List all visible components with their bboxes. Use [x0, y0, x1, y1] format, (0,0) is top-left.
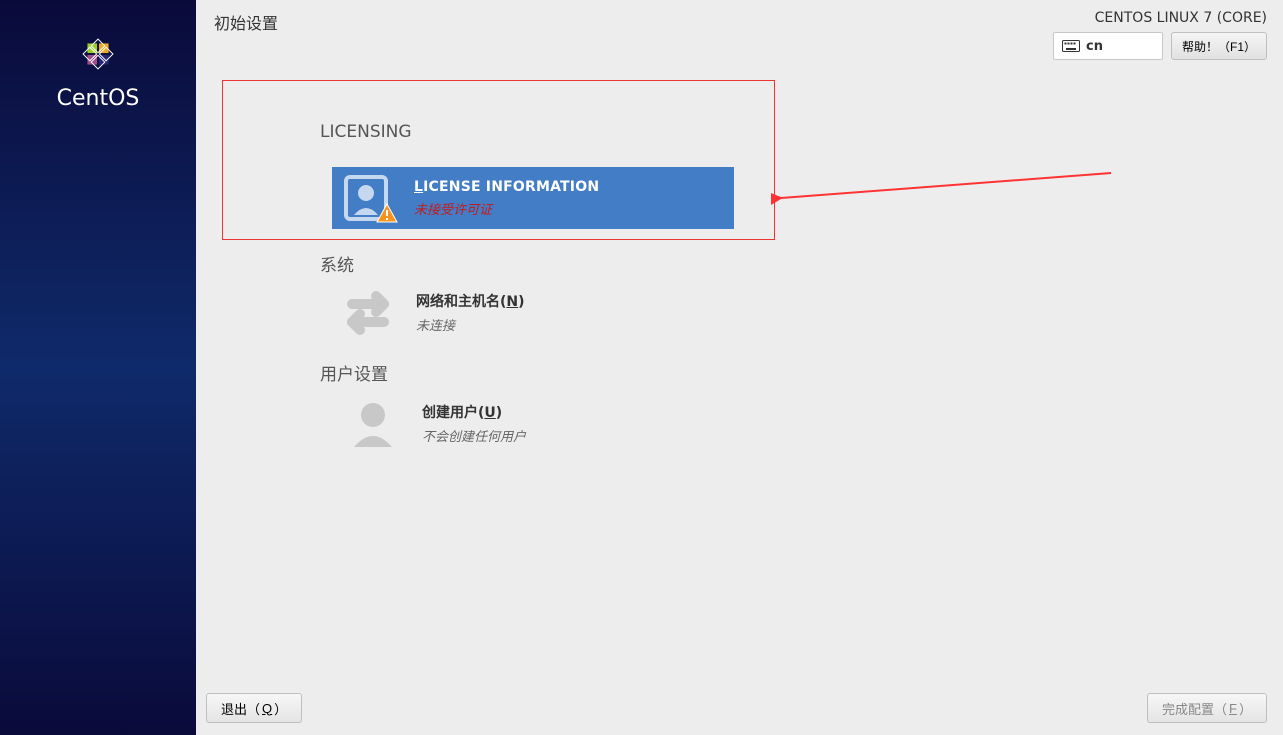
create-user-item[interactable]: 创建用户(U) 不会创建任何用户: [350, 399, 1257, 447]
user-item-title: 创建用户(U): [422, 402, 526, 422]
sidebar: CentOS: [0, 0, 196, 735]
content: LICENSING LICENSE INFORMATION: [196, 60, 1283, 693]
user-item-subtitle: 不会创建任何用户: [422, 426, 526, 445]
network-icon: [342, 288, 394, 336]
topright: CENTOS LINUX 7 (CORE) cn 帮助！（F1）: [1053, 10, 1267, 60]
centos-logo: CentOS: [57, 30, 140, 111]
user-section-title: 用户设置: [320, 360, 1257, 385]
help-button[interactable]: 帮助！（F1）: [1171, 32, 1267, 60]
footer: 退出（Q） 完成配置（F）: [196, 693, 1283, 735]
quit-button[interactable]: 退出（Q）: [206, 693, 302, 723]
network-item-subtitle: 未连接: [416, 315, 525, 334]
finish-configuration-button[interactable]: 完成配置（F）: [1147, 693, 1267, 723]
main-area: 初始设置 CENTOS LINUX 7 (CORE) cn 帮助！（F1）: [196, 0, 1283, 735]
warning-icon: [376, 203, 398, 223]
centos-logo-text: CentOS: [57, 86, 140, 111]
centos-icon: [74, 30, 122, 78]
topright-row: cn 帮助！（F1）: [1053, 32, 1267, 60]
network-item-title: 网络和主机名(N): [416, 291, 525, 311]
system-section: 系统 网络和主机名(N) 未连接: [222, 251, 1257, 336]
help-button-label: 帮助！（F1）: [1182, 38, 1256, 55]
user-item-labels: 创建用户(U) 不会创建任何用户: [422, 402, 526, 445]
topbar: 初始设置 CENTOS LINUX 7 (CORE) cn 帮助！（F1）: [196, 0, 1283, 60]
network-item-labels: 网络和主机名(N) 未连接: [416, 291, 525, 334]
license-icon: [342, 175, 396, 221]
keyboard-indicator[interactable]: cn: [1053, 32, 1163, 60]
page-title: 初始设置: [214, 10, 278, 34]
user-section: 用户设置 创建用户(U) 不会创建任何用户: [222, 360, 1257, 447]
keyboard-layout-label: cn: [1086, 39, 1103, 54]
user-icon: [350, 399, 396, 447]
system-section-title: 系统: [320, 251, 1257, 276]
os-name: CENTOS LINUX 7 (CORE): [1095, 10, 1267, 26]
keyboard-icon: [1062, 40, 1080, 52]
network-hostname-item[interactable]: 网络和主机名(N) 未连接: [342, 288, 1257, 336]
highlight-box: [222, 80, 775, 240]
